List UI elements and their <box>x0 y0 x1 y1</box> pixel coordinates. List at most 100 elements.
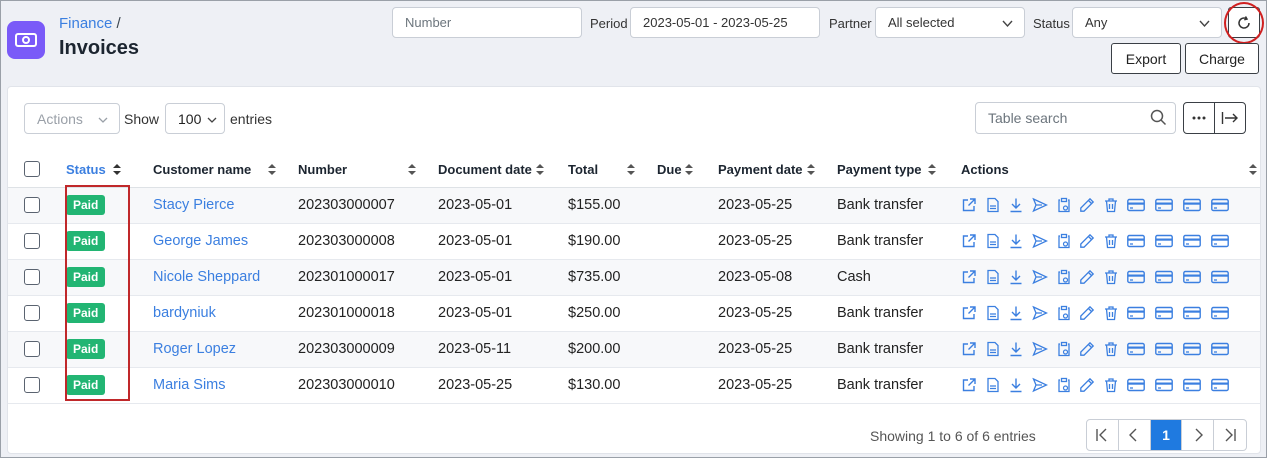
open-external-action[interactable] <box>961 196 985 214</box>
column-header-due[interactable]: Due <box>657 152 718 188</box>
table-search-input[interactable]: Table search <box>975 102 1176 134</box>
card-action[interactable] <box>1182 196 1211 214</box>
more-options-button[interactable] <box>1184 103 1215 133</box>
status-select[interactable]: Any <box>1072 7 1222 38</box>
card-action[interactable] <box>1154 376 1183 394</box>
edit-action[interactable] <box>1079 196 1103 214</box>
number-input[interactable]: Number <box>392 7 582 38</box>
card-action[interactable] <box>1126 304 1155 322</box>
delete-action[interactable] <box>1103 304 1127 322</box>
send-action[interactable] <box>1032 232 1056 250</box>
card-action[interactable] <box>1154 340 1183 358</box>
open-external-action[interactable] <box>961 376 985 394</box>
column-header-status[interactable]: Status <box>66 152 153 188</box>
pdf-action[interactable] <box>985 376 1009 394</box>
send-action[interactable] <box>1032 376 1056 394</box>
card-action[interactable] <box>1126 232 1155 250</box>
card-action[interactable] <box>1126 268 1155 286</box>
row-checkbox[interactable] <box>24 269 40 285</box>
send-action[interactable] <box>1032 268 1056 286</box>
send-action[interactable] <box>1032 304 1056 322</box>
breadcrumb-finance-link[interactable]: Finance <box>59 15 112 32</box>
send-action[interactable] <box>1032 196 1056 214</box>
card-action[interactable] <box>1154 268 1183 286</box>
next-page-button[interactable] <box>1182 420 1215 450</box>
delete-action[interactable] <box>1103 232 1127 250</box>
column-header-total[interactable]: Total <box>568 152 657 188</box>
row-checkbox[interactable] <box>24 341 40 357</box>
customer-link[interactable]: Maria Sims <box>153 377 226 393</box>
card-action[interactable] <box>1154 232 1183 250</box>
row-checkbox[interactable] <box>24 233 40 249</box>
column-header-customer-name[interactable]: Customer name <box>153 152 298 188</box>
export-button[interactable]: Export <box>1111 43 1181 74</box>
edit-action[interactable] <box>1079 340 1103 358</box>
clipboard-link-action[interactable] <box>1056 268 1080 286</box>
column-header-number[interactable]: Number <box>298 152 438 188</box>
download-action[interactable] <box>1008 376 1032 394</box>
card-action[interactable] <box>1154 196 1183 214</box>
download-action[interactable] <box>1008 268 1032 286</box>
edit-action[interactable] <box>1079 304 1103 322</box>
download-action[interactable] <box>1008 196 1032 214</box>
clipboard-link-action[interactable] <box>1056 376 1080 394</box>
bulk-actions-select[interactable]: Actions <box>24 103 120 134</box>
edit-action[interactable] <box>1079 376 1103 394</box>
pdf-action[interactable] <box>985 196 1009 214</box>
customer-link[interactable]: George James <box>153 233 248 249</box>
pdf-action[interactable] <box>985 304 1009 322</box>
open-external-action[interactable] <box>961 268 985 286</box>
open-external-action[interactable] <box>961 232 985 250</box>
customer-link[interactable]: Roger Lopez <box>153 341 236 357</box>
customer-link[interactable]: Nicole Sheppard <box>153 269 260 285</box>
delete-action[interactable] <box>1103 268 1127 286</box>
edit-action[interactable] <box>1079 268 1103 286</box>
clipboard-link-action[interactable] <box>1056 196 1080 214</box>
card-action[interactable] <box>1154 304 1183 322</box>
row-checkbox[interactable] <box>24 377 40 393</box>
edit-action[interactable] <box>1079 232 1103 250</box>
card-action[interactable] <box>1182 268 1211 286</box>
card-action[interactable] <box>1182 340 1211 358</box>
column-header-actions[interactable]: Actions <box>961 152 1260 188</box>
column-toggle-button[interactable] <box>1215 103 1246 133</box>
open-external-action[interactable] <box>961 304 985 322</box>
first-page-button[interactable] <box>1087 420 1119 450</box>
row-checkbox[interactable] <box>24 305 40 321</box>
pdf-action[interactable] <box>985 232 1009 250</box>
card-action[interactable] <box>1210 196 1239 214</box>
card-action[interactable] <box>1210 376 1239 394</box>
card-action[interactable] <box>1126 376 1155 394</box>
download-action[interactable] <box>1008 232 1032 250</box>
customer-link[interactable]: bardyniuk <box>153 305 216 321</box>
download-action[interactable] <box>1008 340 1032 358</box>
partner-select[interactable]: All selected <box>875 7 1025 38</box>
row-checkbox[interactable] <box>24 197 40 213</box>
card-action[interactable] <box>1210 340 1239 358</box>
clipboard-link-action[interactable] <box>1056 232 1080 250</box>
download-action[interactable] <box>1008 304 1032 322</box>
period-input[interactable]: 2023-05-01 - 2023-05-25 <box>630 7 820 38</box>
last-page-button[interactable] <box>1214 420 1246 450</box>
card-action[interactable] <box>1126 340 1155 358</box>
column-header-payment-date[interactable]: Payment date <box>718 152 837 188</box>
clipboard-link-action[interactable] <box>1056 340 1080 358</box>
card-action[interactable] <box>1210 232 1239 250</box>
clipboard-link-action[interactable] <box>1056 304 1080 322</box>
card-action[interactable] <box>1210 268 1239 286</box>
delete-action[interactable] <box>1103 376 1127 394</box>
entries-per-page-select[interactable]: 100 <box>165 103 225 134</box>
pdf-action[interactable] <box>985 268 1009 286</box>
delete-action[interactable] <box>1103 196 1127 214</box>
previous-page-button[interactable] <box>1119 420 1151 450</box>
card-action[interactable] <box>1126 196 1155 214</box>
column-header-payment-type[interactable]: Payment type <box>837 152 961 188</box>
pdf-action[interactable] <box>985 340 1009 358</box>
customer-link[interactable]: Stacy Pierce <box>153 197 234 213</box>
card-action[interactable] <box>1182 376 1211 394</box>
select-all-checkbox[interactable] <box>24 161 40 178</box>
charge-button[interactable]: Charge <box>1185 43 1259 74</box>
open-external-action[interactable] <box>961 340 985 358</box>
card-action[interactable] <box>1210 304 1239 322</box>
card-action[interactable] <box>1182 232 1211 250</box>
